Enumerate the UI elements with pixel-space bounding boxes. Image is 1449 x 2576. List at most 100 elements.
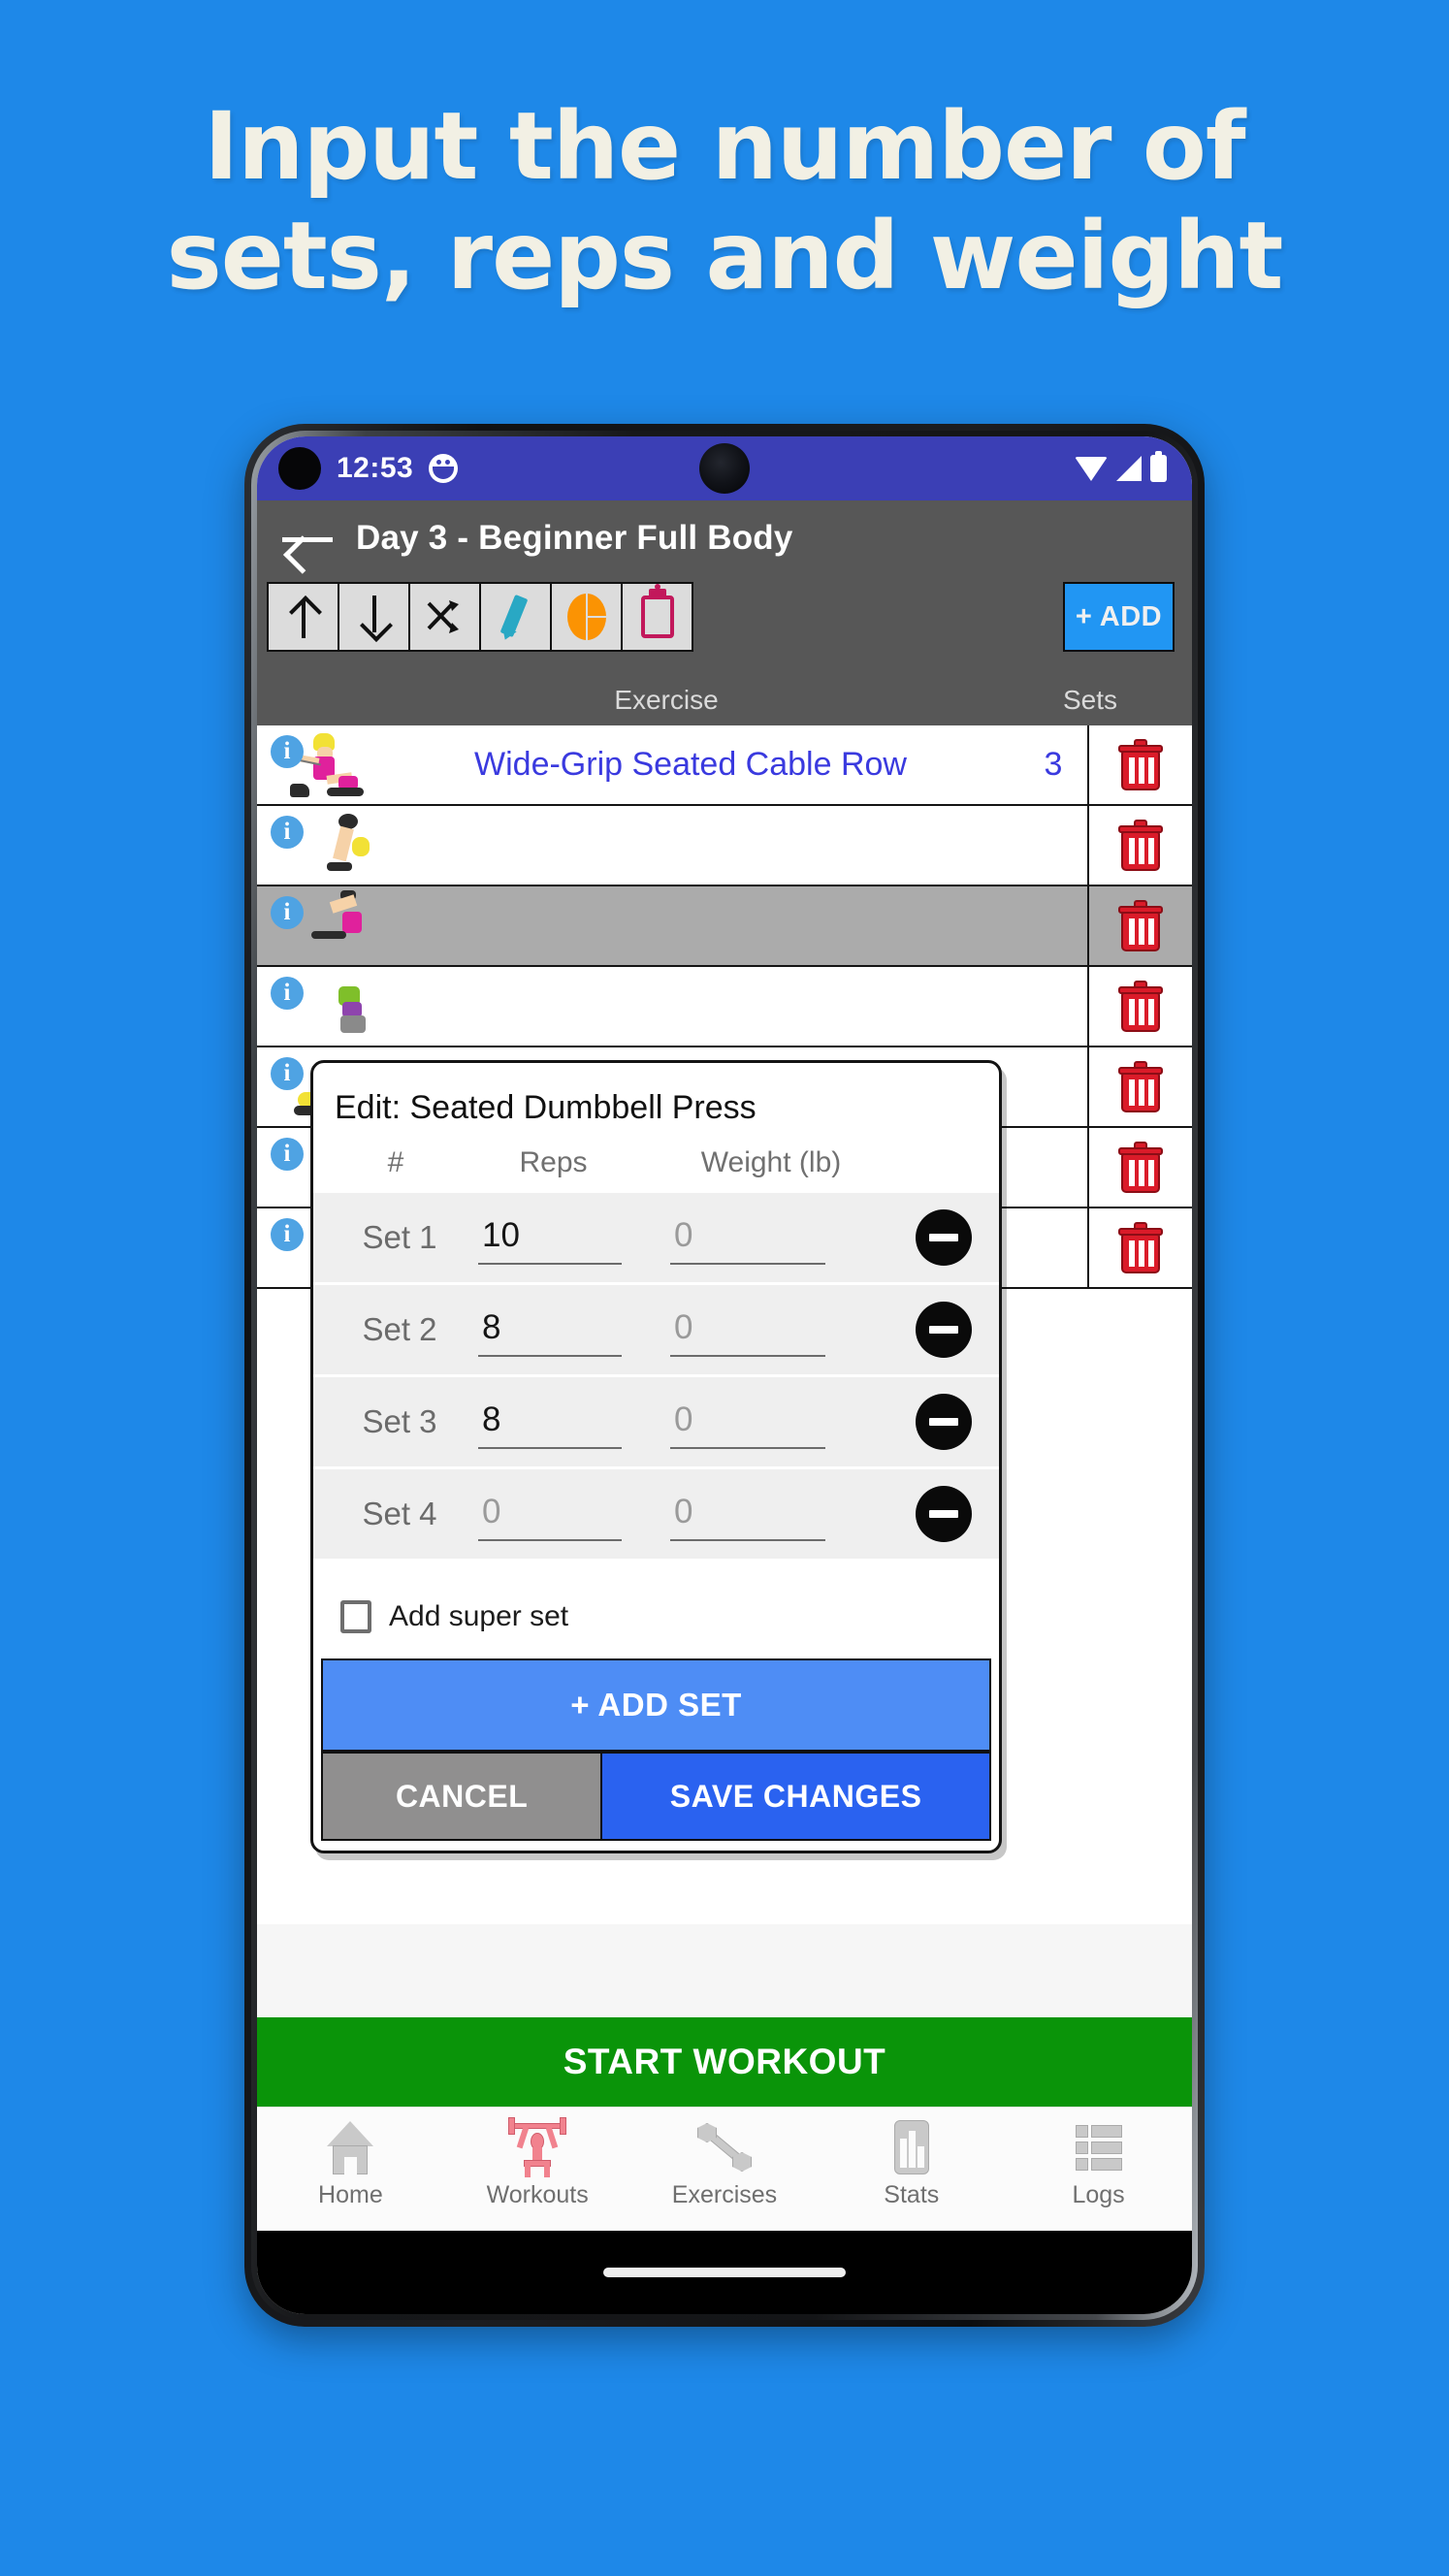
list-empty-space (257, 1924, 1192, 2017)
reps-input[interactable]: 0 (478, 1487, 622, 1541)
nav-item-logs[interactable]: Logs (1005, 2117, 1192, 2209)
phone-screen: 12:53 Day 3 - Beginner Full Body + ADD E… (257, 436, 1192, 2314)
list-icon (1068, 2117, 1130, 2177)
add-set-button[interactable]: + ADD SET (321, 1658, 991, 1752)
dumbbell-icon (693, 2117, 756, 2177)
page-title: Day 3 - Beginner Full Body (356, 519, 793, 557)
column-header-sets: Sets (1062, 685, 1118, 715)
start-workout-button[interactable]: START WORKOUT (257, 2017, 1192, 2107)
back-arrow-icon[interactable] (282, 519, 335, 558)
home-icon (319, 2117, 381, 2177)
weight-input[interactable]: 0 (670, 1487, 825, 1541)
delete-exercise-button[interactable] (1087, 1208, 1192, 1287)
info-icon[interactable]: i (271, 1137, 304, 1171)
delete-exercise-button[interactable] (1087, 725, 1192, 804)
move-down-button[interactable] (338, 582, 410, 652)
trash-icon (1118, 1060, 1163, 1112)
nav-label-stats: Stats (884, 2181, 940, 2208)
phone-bezel: 12:53 Day 3 - Beginner Full Body + ADD E… (251, 431, 1198, 2320)
chart-button[interactable] (550, 582, 623, 652)
table-row[interactable]: i (257, 806, 1192, 886)
super-set-row[interactable]: Add super set (313, 1562, 999, 1658)
set-row: Set 2 8 0 (313, 1285, 999, 1374)
table-row[interactable]: i (257, 967, 1192, 1047)
nav-item-exercises[interactable]: Exercises (631, 2117, 819, 2209)
remove-set-button[interactable] (916, 1302, 972, 1358)
exercise-thumbnail (288, 969, 377, 1045)
bar-chart-icon (881, 2117, 943, 2177)
exercise-list: i Wide-Grip Seated Cable Row 3 i i i i i… (257, 725, 1192, 1924)
promo-headline: Input the number of sets, reps and weigh… (0, 92, 1449, 312)
status-time: 12:53 (337, 452, 414, 484)
edit-button[interactable] (479, 582, 552, 652)
delete-exercise-button[interactable] (1087, 1128, 1192, 1207)
super-set-label: Add super set (389, 1600, 569, 1632)
reps-input[interactable]: 8 (478, 1303, 622, 1357)
table-row[interactable]: i Wide-Grip Seated Cable Row 3 (257, 725, 1192, 806)
info-icon[interactable]: i (271, 1056, 304, 1090)
shuffle-button[interactable] (408, 582, 481, 652)
signal-icon (1116, 456, 1142, 481)
notes-button[interactable] (621, 582, 693, 652)
wifi-icon (1075, 456, 1108, 481)
promo-line-2: sets, reps and weight (166, 202, 1284, 311)
trash-icon (1118, 899, 1163, 951)
status-bar: 12:53 (257, 436, 1192, 500)
trash-icon (1118, 819, 1163, 871)
info-icon[interactable]: i (271, 734, 304, 768)
info-icon[interactable]: i (271, 1217, 304, 1251)
cancel-button[interactable]: CANCEL (321, 1752, 603, 1841)
set-label: Set 4 (362, 1496, 437, 1531)
reps-input[interactable]: 10 (478, 1210, 622, 1265)
save-changes-button[interactable]: SAVE CHANGES (602, 1752, 991, 1841)
edit-sets-dialog: Edit: Seated Dumbbell Press # Reps Weigh… (310, 1060, 1002, 1853)
move-up-button[interactable] (267, 582, 339, 652)
remove-set-button[interactable] (916, 1209, 972, 1266)
column-header-num: # (387, 1146, 404, 1178)
delete-exercise-button[interactable] (1087, 967, 1192, 1046)
column-header-reps: Reps (519, 1146, 588, 1178)
set-row: Set 3 8 0 (313, 1377, 999, 1466)
column-header-weight: Weight (lb) (700, 1146, 842, 1178)
delete-exercise-button[interactable] (1087, 1047, 1192, 1126)
notification-face-icon (429, 454, 459, 483)
super-set-checkbox[interactable] (340, 1600, 371, 1633)
arrow-down-icon (357, 596, 392, 638)
delete-exercise-button[interactable] (1087, 886, 1192, 965)
nav-item-home[interactable]: Home (257, 2117, 444, 2209)
weight-input[interactable]: 0 (670, 1395, 825, 1449)
nav-item-workouts[interactable]: Workouts (444, 2117, 631, 2209)
minus-icon (929, 1234, 958, 1241)
info-icon[interactable]: i (271, 815, 304, 849)
list-column-headers: Exercise Sets (257, 685, 1192, 725)
info-icon[interactable]: i (271, 895, 304, 929)
weight-input[interactable]: 0 (670, 1210, 825, 1265)
arrow-up-icon (286, 596, 321, 638)
toolbar-button-group (267, 582, 693, 652)
exercise-thumbnail (288, 888, 377, 964)
nav-label-home: Home (318, 2181, 383, 2208)
delete-exercise-button[interactable] (1087, 806, 1192, 885)
nav-item-stats[interactable]: Stats (818, 2117, 1005, 2209)
exercise-thumbnail (288, 808, 377, 884)
weight-input[interactable]: 0 (670, 1303, 825, 1357)
camera-notch-icon (699, 443, 750, 494)
remove-set-button[interactable] (916, 1486, 972, 1542)
minus-icon (929, 1326, 958, 1334)
remove-set-button[interactable] (916, 1394, 972, 1450)
table-row[interactable]: i (257, 886, 1192, 967)
info-icon[interactable]: i (271, 976, 304, 1010)
set-label: Set 2 (362, 1311, 437, 1347)
reps-input[interactable]: 8 (478, 1395, 622, 1449)
trash-icon (1118, 1141, 1163, 1193)
nav-label-exercises: Exercises (671, 2181, 778, 2208)
nav-label-logs: Logs (1072, 2181, 1125, 2208)
trash-icon (1118, 980, 1163, 1032)
promo-line-1: Input the number of (204, 92, 1245, 201)
exercise-name[interactable]: Wide-Grip Seated Cable Row (377, 746, 1019, 784)
dialog-title: Edit: Seated Dumbbell Press (335, 1089, 757, 1126)
add-exercise-button[interactable]: + ADD (1063, 582, 1175, 652)
gesture-bar[interactable] (603, 2268, 846, 2277)
phone-mockup: 12:53 Day 3 - Beginner Full Body + ADD E… (244, 424, 1205, 2327)
set-row: Set 4 0 0 (313, 1469, 999, 1559)
